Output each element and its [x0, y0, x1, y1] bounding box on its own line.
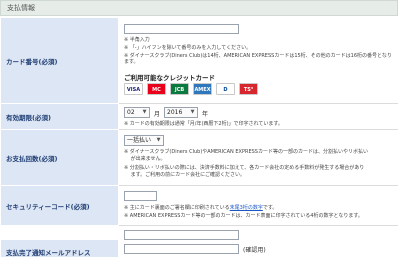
email-cell: (確認用)	[119, 226, 398, 258]
card-number-input[interactable]	[124, 24, 239, 34]
expiry-label: 有効期限(必須)	[1, 104, 118, 130]
card-number-row: カード番号(必須) ※ 半角入力 ※ 「-」ハイフンを除いて番号のみを入力してく…	[0, 18, 398, 104]
section-title: 支払情報	[0, 0, 398, 16]
jcb-icon: JCB	[170, 83, 189, 95]
expiry-month-value: 02	[127, 109, 135, 116]
expiry-year-select[interactable]: 2016 ▼	[164, 107, 198, 118]
payment-count-note-2: が出来ません。	[124, 156, 166, 162]
chevron-down-icon: ▼	[142, 109, 147, 115]
expiry-year-unit: 年	[202, 111, 209, 118]
mastercard-icon: MC	[147, 83, 166, 95]
security-code-label: セキュリティーコード(必須)	[1, 186, 118, 226]
payment-count-value: 一括払い	[127, 137, 152, 144]
payment-count-label: お支払回数(必須)	[1, 130, 118, 186]
last-three-digits-link[interactable]: 末尾3桁の数字	[230, 205, 263, 211]
expiry-cell: 02 ▼ 月 2016 ▼ 年 ※ カードの有効期限は通常「月/年(西暦下2桁)…	[119, 104, 398, 130]
email-input[interactable]	[124, 230, 239, 240]
email-confirm-input[interactable]	[124, 244, 239, 254]
email-confirm-label: (確認用)	[243, 247, 266, 254]
security-code-note-1: ※ 主にカード裏面のご署名欄に印刷されている末尾3桁の数字です。	[124, 205, 277, 211]
visa-icon: VISA	[124, 83, 143, 95]
amex-icon: AMEX	[193, 83, 212, 95]
diners-icon: D	[216, 83, 235, 95]
credit-card-list: VISA MC JCB AMEX D TS³	[124, 83, 284, 97]
chevron-down-icon: ▼	[156, 137, 161, 143]
payment-count-select[interactable]: 一括払い ▼	[124, 135, 164, 146]
payment-count-note-1: ※ ダイナースクラブ(Diners Club)やAMERICAN EXPRESS…	[124, 149, 368, 155]
card-number-note-2: ※ 「-」ハイフンを除いて番号のみを入力してください。	[124, 45, 252, 51]
card-number-cell: ※ 半角入力 ※ 「-」ハイフンを除いて番号のみを入力してください。 ※ ダイナ…	[119, 18, 398, 104]
email-row: 支払完了通知メールアドレス (確認用)	[0, 226, 398, 258]
card-number-note-3: ※ ダイナースクラブ(Diners Club)は14桁、AMERICAN EXP…	[124, 53, 392, 65]
payment-count-note-3: ※ 分割払い・リボ払いの際には、決済手数料に加えて、各カード会社の定める手数料が…	[124, 165, 365, 171]
expiry-note: ※ カードの有効期限は通常「月/年(西暦下2桁)」で印字されています。	[124, 121, 283, 127]
chevron-down-icon: ▼	[190, 109, 195, 115]
payment-count-row: お支払回数(必須) 一括払い ▼ ※ ダイナースクラブ(Diners Club)…	[0, 130, 398, 186]
expiry-month-select[interactable]: 02 ▼	[124, 107, 150, 118]
security-code-input[interactable]	[124, 191, 157, 201]
security-code-note-prefix: ※ 主にカード裏面のご署名欄に印刷されている	[124, 205, 230, 211]
security-code-note-suffix: です。	[262, 205, 278, 211]
expiry-row: 有効期限(必須) 02 ▼ 月 2016 ▼ 年 ※ カードの有効期限は通常「月…	[0, 104, 398, 130]
security-code-cell: ※ 主にカード裏面のご署名欄に印刷されている末尾3桁の数字です。 ※ AMERI…	[119, 186, 398, 226]
security-code-row: セキュリティーコード(必須) ※ 主にカード裏面のご署名欄に印刷されている末尾3…	[0, 186, 398, 226]
card-number-note-1: ※ 半角入力	[124, 37, 150, 43]
expiry-year-value: 2016	[167, 109, 183, 116]
payment-count-cell: 一括払い ▼ ※ ダイナースクラブ(Diners Club)やAMERICAN …	[119, 130, 398, 186]
card-number-label: カード番号(必須)	[1, 18, 118, 104]
payment-count-note-4: ます。ご利用の前にカード会社にご確認ください。	[124, 172, 245, 178]
expiry-month-unit: 月	[154, 111, 161, 118]
email-label: 支払完了通知メールアドレス	[1, 240, 118, 258]
ts3-icon: TS³	[239, 83, 258, 95]
security-code-note-2: ※ AMERICAN EXPRESSカード等の一部のカードは、カード表面に印字さ…	[124, 213, 363, 219]
cards-title: ご利用可能なクレジットカード	[124, 74, 215, 82]
